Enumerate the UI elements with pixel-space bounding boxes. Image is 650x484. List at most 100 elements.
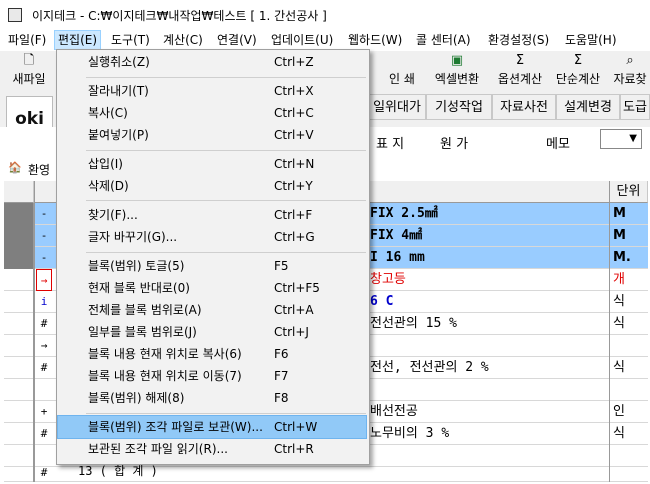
cover-label[interactable]: 표 지 — [376, 133, 404, 152]
menu-item-shortcut: Ctrl+Z — [274, 55, 314, 69]
menu-item-block-copy[interactable]: 블록 내용 현재 위치로 복사(6) F6 — [58, 343, 366, 365]
row-mark: # — [40, 317, 48, 330]
menu-item-shortcut: Ctrl+A — [274, 303, 314, 317]
row-gutter[interactable] — [4, 203, 34, 225]
row-spec[interactable]: FIX 2.5㎟ — [370, 203, 438, 225]
row-mark: # — [40, 466, 48, 479]
row-gutter[interactable] — [4, 335, 34, 357]
row-gutter[interactable] — [4, 313, 34, 335]
menu-separator — [86, 413, 366, 414]
data-search-button[interactable]: ⌕ 자료찾 — [610, 53, 650, 89]
menu-item-label: 보관된 조각 파일 읽기(R)... — [88, 442, 228, 456]
memo-dropdown[interactable]: ▼ — [600, 129, 642, 149]
row-gutter[interactable] — [4, 445, 34, 467]
row-gutter[interactable] — [4, 247, 34, 269]
grid-divider — [34, 181, 35, 482]
row-gutter[interactable] — [4, 357, 34, 379]
row-unit[interactable]: 식 — [610, 291, 649, 313]
menu-separator — [86, 77, 366, 78]
menu-item-cut[interactable]: 잘라내기(T) Ctrl+X — [58, 80, 366, 102]
menu-item-label: 블록(범위) 토글(5) — [88, 259, 185, 273]
menu-item-save-fragment[interactable]: 블록(범위) 조각 파일로 보관(W)... Ctrl+W — [57, 415, 367, 439]
menu-edit[interactable]: 편집(E) — [53, 30, 102, 50]
menu-item-block-release[interactable]: 블록(범위) 해제(8) F8 — [58, 387, 366, 409]
row-gutter[interactable] — [4, 269, 34, 291]
row-unit[interactable]: 식 — [610, 357, 649, 379]
excel-icon: ▣ — [450, 53, 464, 68]
menu-item-copy[interactable]: 복사(C) Ctrl+C — [58, 102, 366, 124]
menu-item-delete[interactable]: 삭제(D) Ctrl+Y — [58, 175, 366, 197]
menu-file[interactable]: 파일(F) — [5, 31, 49, 49]
row-mark: - — [40, 229, 48, 242]
row-unit[interactable] — [610, 379, 649, 401]
simple-calc-button[interactable]: Σ 단순계산 — [550, 53, 606, 89]
menu-item-label: 일부를 블록 범위로(J) — [88, 325, 197, 339]
window-title: 이지테크 - C:₩이지테크₩내작업₩테스트 [ 1. 간선공사 ] — [32, 9, 327, 23]
print-label: 인 쇄 — [389, 72, 415, 86]
cost-label[interactable]: 원 가 — [440, 133, 468, 152]
app-icon[interactable] — [8, 8, 22, 22]
row-gutter[interactable] — [4, 423, 34, 445]
menu-update[interactable]: 업데이트(U) — [268, 31, 336, 49]
header-unit[interactable]: 단위 — [610, 181, 648, 203]
row-unit[interactable] — [610, 335, 649, 357]
menu-settings[interactable]: 환경설정(S) — [485, 31, 552, 49]
row-unit[interactable]: M — [610, 225, 649, 247]
tab-dictionary[interactable]: 자료사전 — [492, 94, 556, 120]
row-unit[interactable]: 식 — [610, 423, 649, 445]
tab-design-change[interactable]: 설계변경 — [556, 94, 620, 120]
menu-calc[interactable]: 계산(C) — [160, 31, 206, 49]
menu-item-shortcut: Ctrl+J — [274, 325, 309, 339]
row-mark: - — [40, 251, 48, 264]
row-spec[interactable]: 전선관의 15 % — [370, 313, 457, 335]
home-icon[interactable]: 🏠 — [8, 161, 22, 174]
row-spec[interactable]: 전선, 전선관의 2 % — [370, 357, 489, 379]
row-spec[interactable]: I 16 mm — [370, 247, 425, 269]
excel-export-button[interactable]: ▣ 엑셀변환 — [428, 53, 486, 89]
row-unit[interactable]: 식 — [610, 313, 649, 335]
menu-item-find[interactable]: 찾기(F)... Ctrl+F — [58, 204, 366, 226]
menu-item-block-invert[interactable]: 현재 블록 반대로(0) Ctrl+F5 — [58, 277, 366, 299]
row-unit[interactable]: 개 — [610, 269, 649, 291]
row-mark: → — [36, 269, 52, 291]
menu-callcenter[interactable]: 콜 센터(A) — [413, 31, 474, 49]
row-spec[interactable]: 배선전공 — [370, 401, 418, 423]
row-spec[interactable]: FIX 4㎟ — [370, 225, 422, 247]
tab-progress-work[interactable]: 기성작업 — [426, 94, 492, 120]
tab-contract[interactable]: 도급 — [620, 94, 650, 120]
menu-item-shortcut: Ctrl+R — [274, 442, 314, 456]
row-unit[interactable]: M — [610, 203, 649, 225]
menu-webhard[interactable]: 웹하드(W) — [345, 31, 405, 49]
option-calc-label: 옵션계산 — [497, 72, 543, 86]
menu-item-select-part[interactable]: 일부를 블록 범위로(J) Ctrl+J — [58, 321, 366, 343]
tab-unit-price[interactable]: 일위대가 — [368, 94, 426, 120]
menu-link[interactable]: 연결(V) — [214, 31, 260, 49]
row-gutter[interactable] — [4, 401, 34, 423]
menu-item-undo[interactable]: 실행취소(Z) Ctrl+Z — [58, 51, 366, 73]
option-calc-button[interactable]: Σ 옵션계산 — [492, 53, 548, 89]
row-gutter[interactable] — [4, 379, 34, 401]
menu-item-paste[interactable]: 붙여넣기(P) Ctrl+V — [58, 124, 366, 146]
row-mark: # — [40, 427, 48, 440]
menu-tools[interactable]: 도구(T) — [108, 31, 153, 49]
new-file-button[interactable]: 🗋 새파일 — [4, 53, 54, 89]
row-gutter[interactable] — [4, 467, 34, 482]
row-unit[interactable]: M. — [610, 247, 649, 269]
row-unit[interactable]: 인 — [610, 401, 649, 423]
menu-help[interactable]: 도움말(H) — [562, 31, 620, 49]
menu-item-replace[interactable]: 글자 바꾸기(G)... Ctrl+G — [58, 226, 366, 248]
row-spec[interactable]: 6 C — [370, 291, 393, 313]
print-button[interactable]: 인 쇄 — [378, 53, 426, 89]
menu-item-block-move[interactable]: 블록 내용 현재 위치로 이동(7) F7 — [58, 365, 366, 387]
menu-item-label: 삭제(D) — [88, 179, 129, 193]
menu-item-load-fragment[interactable]: 보관된 조각 파일 읽기(R)... Ctrl+R — [58, 438, 366, 460]
menu-item-shortcut: Ctrl+F5 — [274, 281, 320, 295]
row-spec[interactable]: 노무비의 3 % — [370, 423, 449, 445]
menu-item-block-toggle[interactable]: 블록(범위) 토글(5) F5 — [58, 255, 366, 277]
row-gutter[interactable] — [4, 225, 34, 247]
menu-item-insert[interactable]: 삽입(I) Ctrl+N — [58, 153, 366, 175]
menu-item-select-all[interactable]: 전체를 블록 범위로(A) Ctrl+A — [58, 299, 366, 321]
row-gutter[interactable] — [4, 291, 34, 313]
magnifier-icon: ⌕ — [626, 53, 634, 68]
row-spec[interactable]: 창고등 — [370, 269, 406, 291]
